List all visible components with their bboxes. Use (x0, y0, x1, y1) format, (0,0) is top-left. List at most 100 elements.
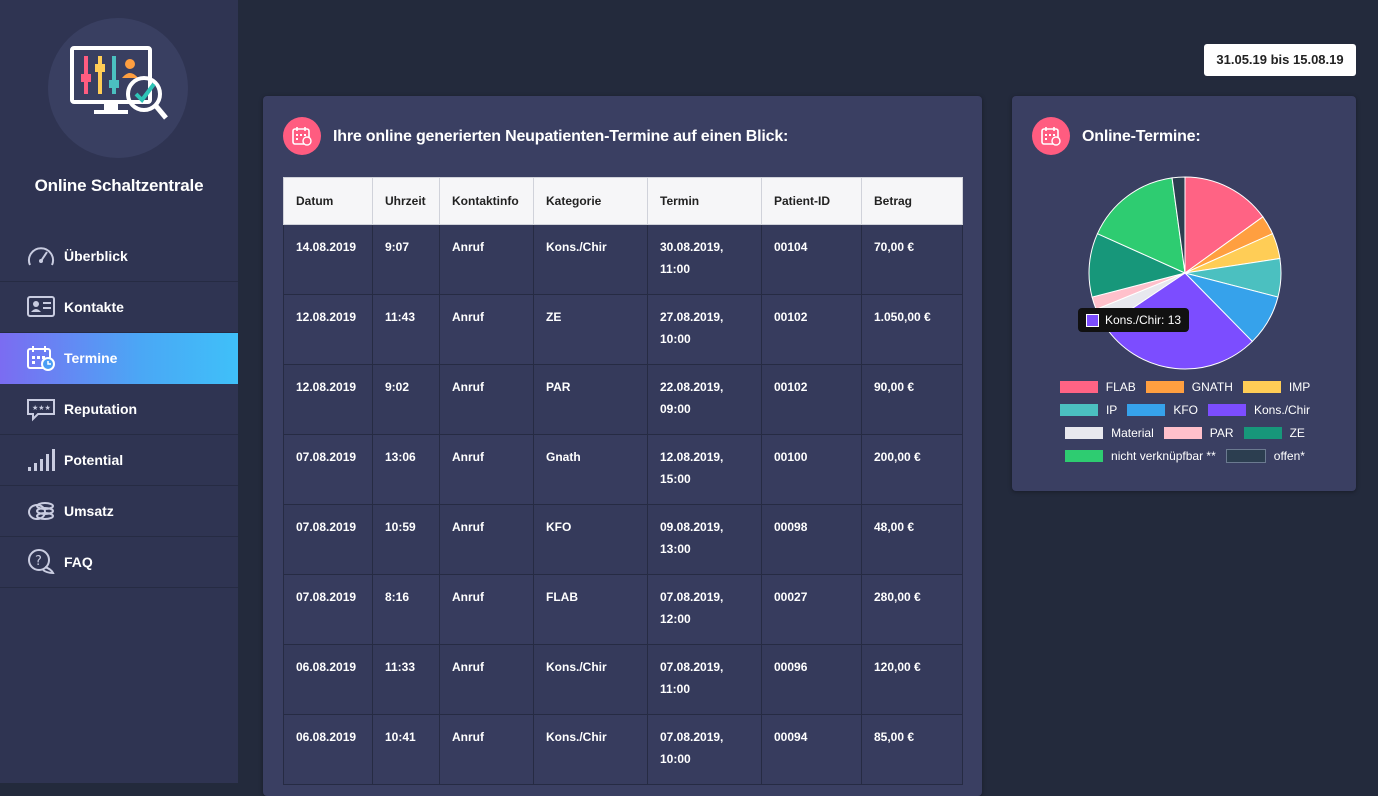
cell-appointment-text: 22.08.2019, (660, 380, 724, 394)
cell-date-text: 06.08.2019 (296, 660, 357, 674)
cell-date: 06.08.2019 (283, 644, 373, 715)
cell-patient-id-text: 00027 (774, 590, 808, 604)
table-row[interactable]: 06.08.2019 11:33 Anruf Kons./Chir 07.08.2019… (283, 644, 963, 715)
date-range-badge[interactable]: 31.05.19 bis 15.08.19 (1204, 44, 1356, 76)
table-row[interactable]: 12.08.2019 11:43 Anruf ZE 27.08.2019, 10:00 00… (283, 294, 963, 365)
sidebar-item-label: Kontakte (64, 299, 124, 315)
sidebar-item-umsatz[interactable]: Umsatz (0, 486, 238, 537)
legend-label: Material (1111, 425, 1154, 440)
online-appointments-title: Online-Termine: (1082, 128, 1201, 145)
sidebar-item-termine[interactable]: Termine (0, 333, 238, 384)
cell-category: Kons./Chir (533, 224, 648, 295)
cell-contact: Anruf (439, 364, 534, 435)
sidebar-item-faq[interactable]: ? FAQ (0, 537, 238, 588)
appointments-panel-title: Ihre online generierten Neupatienten-Ter… (333, 128, 789, 145)
legend-item[interactable]: nicht verknüpfbar ** (1065, 449, 1216, 463)
cell-amount-text: 48,00 € (874, 520, 915, 534)
legend-label: FLAB (1105, 379, 1136, 394)
cell-appointment-text: 27.08.2019, (660, 310, 724, 324)
cell-appointment-text: 09:00 (660, 402, 691, 416)
svg-text:?: ? (35, 554, 42, 569)
legend-item[interactable]: Material (1065, 426, 1154, 440)
question-bubble-icon: ? (28, 549, 55, 575)
cell-time-text: 11:33 (385, 660, 416, 674)
legend-label: GNATH (1191, 379, 1233, 394)
column-header[interactable]: Kontaktinfo (439, 177, 534, 225)
legend-label: KFO (1173, 402, 1198, 417)
legend-swatch (1065, 449, 1104, 462)
table-row[interactable]: 12.08.2019 9:02 Anruf PAR 22.08.2019, 09:00 00… (283, 364, 963, 435)
legend-item[interactable]: GNATH (1145, 379, 1233, 394)
cell-patient-id-text: 00094 (774, 730, 808, 744)
column-header[interactable]: Datum (283, 177, 373, 225)
cell-date-text: 12.08.2019 (296, 380, 357, 394)
svg-text:★★★: ★★★ (32, 404, 51, 412)
legend-label: offen* (1273, 448, 1305, 463)
column-header[interactable]: Termin (647, 177, 762, 225)
legend-item[interactable]: IP (1059, 402, 1118, 417)
cell-date: 07.08.2019 (283, 434, 373, 505)
legend-item[interactable]: IMP (1242, 380, 1310, 394)
table-row[interactable]: 06.08.2019 10:41 Anruf Kons./Chir 07.08.2019… (283, 714, 963, 785)
sidebar-item-potential[interactable]: Potential (0, 435, 238, 486)
cell-contact: Anruf (439, 714, 534, 785)
cell-patient-id: 00102 (761, 294, 862, 365)
cell-contact-text: Anruf (452, 310, 484, 324)
legend-item[interactable]: offen* (1225, 448, 1305, 463)
table-row[interactable]: 07.08.2019 8:16 Anruf FLAB 07.08.2019, 12:00 0… (283, 574, 963, 645)
table-row[interactable]: 07.08.2019 13:06 Anruf Gnath 12.08.2019, 15:0… (283, 434, 963, 505)
cell-time-text: 10:41 (385, 730, 416, 744)
legend-swatch (1059, 403, 1098, 416)
cell-time: 11:43 (372, 294, 440, 365)
column-header[interactable]: Patient-ID (761, 177, 862, 225)
legend-swatch (1145, 380, 1184, 393)
cell-contact-text: Anruf (452, 520, 484, 534)
pie-chart[interactable] (1088, 176, 1282, 375)
cell-appointment: 07.08.2019, 12:00 (647, 574, 762, 645)
cell-contact: Anruf (439, 574, 534, 645)
legend-item[interactable]: FLAB (1059, 379, 1136, 394)
sidebar-item-ueberblick[interactable]: Überblick (0, 231, 238, 282)
cell-contact-text: Anruf (452, 450, 484, 464)
app-title: Online Schaltzentrale (34, 176, 204, 195)
pie-chart-svg[interactable] (1088, 176, 1282, 370)
cell-time-text: 9:02 (385, 380, 410, 394)
column-header[interactable]: Uhrzeit (372, 177, 440, 225)
cell-time: 9:07 (372, 224, 440, 295)
sidebar-item-label: FAQ (64, 554, 93, 570)
legend-item[interactable]: Kons./Chir (1207, 402, 1311, 417)
table-header-row: Datum Uhrzeit Kontaktinfo Kategorie Term… (283, 177, 963, 225)
cell-date-text: 07.08.2019 (296, 590, 357, 604)
cell-patient-id: 00102 (761, 364, 862, 435)
legend-item[interactable]: ZE (1243, 426, 1305, 440)
legend-label: Kons./Chir (1253, 402, 1311, 417)
column-header[interactable]: Betrag (861, 177, 963, 225)
cell-amount-text: 70,00 € (874, 240, 915, 254)
cell-amount: 1.050,00 € (861, 294, 963, 365)
coins-icon (28, 502, 54, 520)
cell-contact-text: Anruf (452, 730, 484, 744)
legend-label: IP (1105, 402, 1118, 417)
cell-patient-id: 00027 (761, 574, 862, 645)
table-row[interactable]: 14.08.2019 9:07 Anruf Kons./Chir 30.08.2019,… (283, 224, 963, 295)
cell-category-text: Kons./Chir (546, 660, 607, 674)
cell-date: 07.08.2019 (283, 504, 373, 575)
cell-category: PAR (533, 364, 648, 435)
sidebar-item-kontakte[interactable]: Kontakte (0, 282, 238, 333)
column-header[interactable]: Kategorie (533, 177, 648, 225)
chart-legend: FLAB GNATH IMP IP KFO Kons./Chir Material PAR ZE… (1030, 375, 1340, 467)
cell-contact: Anruf (439, 434, 534, 505)
table-row[interactable]: 07.08.2019 10:59 Anruf KFO 09.08.2019, 13:00 0… (283, 504, 963, 575)
sidebar-item-reputation[interactable]: ★★★ Reputation (0, 384, 238, 435)
cell-amount-text: 120,00 € (874, 660, 921, 674)
legend-swatch (1059, 380, 1098, 393)
cell-time: 10:41 (372, 714, 440, 785)
cell-patient-id-text: 00104 (774, 240, 808, 254)
legend-item[interactable]: KFO (1127, 403, 1198, 417)
cell-date: 12.08.2019 (283, 364, 373, 435)
cell-amount: 90,00 € (861, 364, 963, 435)
cell-category-text: FLAB (546, 590, 578, 604)
cell-time: 10:59 (372, 504, 440, 575)
cell-appointment-text: 11:00 (660, 262, 691, 276)
legend-item[interactable]: PAR (1163, 426, 1234, 440)
